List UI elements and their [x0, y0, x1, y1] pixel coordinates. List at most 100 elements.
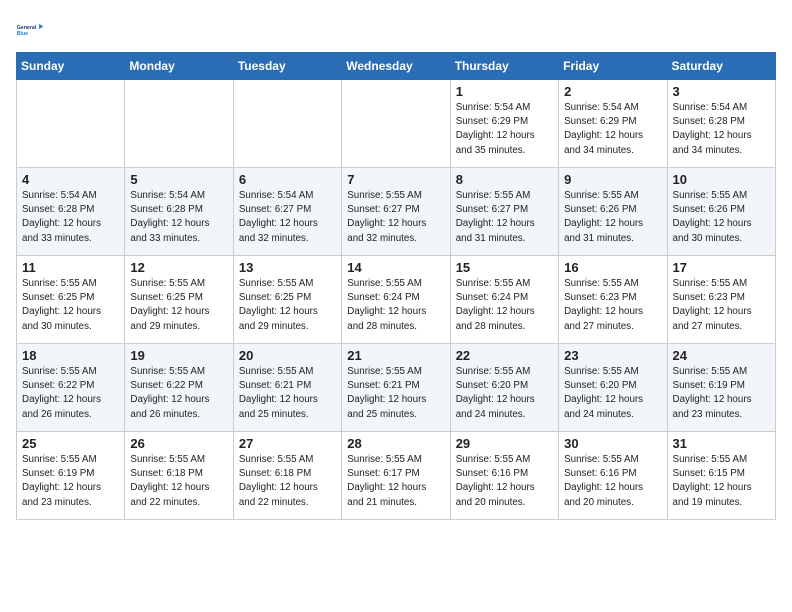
calendar-cell: 27 Sunrise: 5:55 AM Sunset: 6:18 PM Dayli…: [233, 432, 341, 520]
header-cell-wednesday: Wednesday: [342, 53, 450, 80]
day-number: 25: [22, 436, 119, 451]
calendar-cell: 22 Sunrise: 5:55 AM Sunset: 6:20 PM Dayli…: [450, 344, 558, 432]
calendar-cell: 26 Sunrise: 5:55 AM Sunset: 6:18 PM Dayli…: [125, 432, 233, 520]
calendar-cell: 1 Sunrise: 5:54 AM Sunset: 6:29 PM Daylig…: [450, 80, 558, 168]
calendar-cell: 25 Sunrise: 5:55 AM Sunset: 6:19 PM Dayli…: [17, 432, 125, 520]
calendar-week-3: 11 Sunrise: 5:55 AM Sunset: 6:25 PM Dayli…: [17, 256, 776, 344]
day-info: Sunrise: 5:55 AM Sunset: 6:23 PM Dayligh…: [673, 277, 770, 334]
calendar-cell: 12 Sunrise: 5:55 AM Sunset: 6:25 PM Dayli…: [125, 256, 233, 344]
calendar-cell: 15 Sunrise: 5:55 AM Sunset: 6:24 PM Dayli…: [450, 256, 558, 344]
day-info: Sunrise: 5:55 AM Sunset: 6:16 PM Dayligh…: [564, 453, 661, 510]
calendar-cell: 7 Sunrise: 5:55 AM Sunset: 6:27 PM Daylig…: [342, 168, 450, 256]
day-number: 26: [130, 436, 227, 451]
day-info: Sunrise: 5:55 AM Sunset: 6:22 PM Dayligh…: [22, 365, 119, 422]
day-info: Sunrise: 5:55 AM Sunset: 6:25 PM Dayligh…: [22, 277, 119, 334]
day-info: Sunrise: 5:55 AM Sunset: 6:20 PM Dayligh…: [456, 365, 553, 422]
day-number: 16: [564, 260, 661, 275]
day-number: 27: [239, 436, 336, 451]
calendar-cell: 21 Sunrise: 5:55 AM Sunset: 6:21 PM Dayli…: [342, 344, 450, 432]
day-number: 15: [456, 260, 553, 275]
calendar-cell: 5 Sunrise: 5:54 AM Sunset: 6:28 PM Daylig…: [125, 168, 233, 256]
day-info: Sunrise: 5:55 AM Sunset: 6:20 PM Dayligh…: [564, 365, 661, 422]
day-number: 7: [347, 172, 444, 187]
calendar-cell: 9 Sunrise: 5:55 AM Sunset: 6:26 PM Daylig…: [559, 168, 667, 256]
day-info: Sunrise: 5:55 AM Sunset: 6:18 PM Dayligh…: [130, 453, 227, 510]
day-number: 28: [347, 436, 444, 451]
day-number: 13: [239, 260, 336, 275]
svg-text:General: General: [17, 25, 37, 31]
day-info: Sunrise: 5:54 AM Sunset: 6:28 PM Dayligh…: [130, 189, 227, 246]
calendar-cell: 28 Sunrise: 5:55 AM Sunset: 6:17 PM Dayli…: [342, 432, 450, 520]
day-number: 12: [130, 260, 227, 275]
day-info: Sunrise: 5:55 AM Sunset: 6:23 PM Dayligh…: [564, 277, 661, 334]
day-number: 3: [673, 84, 770, 99]
day-number: 5: [130, 172, 227, 187]
calendar-cell: 29 Sunrise: 5:55 AM Sunset: 6:16 PM Dayli…: [450, 432, 558, 520]
header-cell-sunday: Sunday: [17, 53, 125, 80]
calendar-cell: 2 Sunrise: 5:54 AM Sunset: 6:29 PM Daylig…: [559, 80, 667, 168]
day-number: 8: [456, 172, 553, 187]
day-number: 17: [673, 260, 770, 275]
calendar-cell: [233, 80, 341, 168]
day-info: Sunrise: 5:55 AM Sunset: 6:21 PM Dayligh…: [347, 365, 444, 422]
day-info: Sunrise: 5:54 AM Sunset: 6:28 PM Dayligh…: [673, 101, 770, 158]
header-cell-tuesday: Tuesday: [233, 53, 341, 80]
calendar-body: 1 Sunrise: 5:54 AM Sunset: 6:29 PM Daylig…: [17, 80, 776, 520]
day-info: Sunrise: 5:55 AM Sunset: 6:19 PM Dayligh…: [673, 365, 770, 422]
day-info: Sunrise: 5:55 AM Sunset: 6:19 PM Dayligh…: [22, 453, 119, 510]
logo: GeneralBlue: [16, 16, 44, 44]
calendar-cell: 8 Sunrise: 5:55 AM Sunset: 6:27 PM Daylig…: [450, 168, 558, 256]
calendar-cell: 13 Sunrise: 5:55 AM Sunset: 6:25 PM Dayli…: [233, 256, 341, 344]
calendar-week-5: 25 Sunrise: 5:55 AM Sunset: 6:19 PM Dayli…: [17, 432, 776, 520]
day-info: Sunrise: 5:54 AM Sunset: 6:29 PM Dayligh…: [564, 101, 661, 158]
calendar-week-4: 18Sunrise: 5:55 AM Sunset: 6:22 PM Dayli…: [17, 344, 776, 432]
day-number: 21: [347, 348, 444, 363]
calendar-cell: [125, 80, 233, 168]
page-header: GeneralBlue: [16, 16, 776, 44]
calendar-cell: 4 Sunrise: 5:54 AM Sunset: 6:28 PM Daylig…: [17, 168, 125, 256]
day-info: Sunrise: 5:55 AM Sunset: 6:25 PM Dayligh…: [239, 277, 336, 334]
day-info: Sunrise: 5:55 AM Sunset: 6:27 PM Dayligh…: [347, 189, 444, 246]
day-info: Sunrise: 5:55 AM Sunset: 6:16 PM Dayligh…: [456, 453, 553, 510]
day-number: 2: [564, 84, 661, 99]
calendar-cell: 10Sunrise: 5:55 AM Sunset: 6:26 PM Dayli…: [667, 168, 775, 256]
day-info: Sunrise: 5:54 AM Sunset: 6:29 PM Dayligh…: [456, 101, 553, 158]
calendar-cell: 24Sunrise: 5:55 AM Sunset: 6:19 PM Dayli…: [667, 344, 775, 432]
day-info: Sunrise: 5:55 AM Sunset: 6:18 PM Dayligh…: [239, 453, 336, 510]
day-number: 22: [456, 348, 553, 363]
calendar-cell: 16 Sunrise: 5:55 AM Sunset: 6:23 PM Dayli…: [559, 256, 667, 344]
header-row: SundayMondayTuesdayWednesdayThursdayFrid…: [17, 53, 776, 80]
svg-text:Blue: Blue: [17, 31, 28, 37]
day-info: Sunrise: 5:54 AM Sunset: 6:27 PM Dayligh…: [239, 189, 336, 246]
day-info: Sunrise: 5:55 AM Sunset: 6:15 PM Dayligh…: [673, 453, 770, 510]
calendar-cell: 23 Sunrise: 5:55 AM Sunset: 6:20 PM Dayli…: [559, 344, 667, 432]
day-number: 4: [22, 172, 119, 187]
day-info: Sunrise: 5:55 AM Sunset: 6:25 PM Dayligh…: [130, 277, 227, 334]
calendar-cell: 20 Sunrise: 5:55 AM Sunset: 6:21 PM Dayli…: [233, 344, 341, 432]
day-number: 6: [239, 172, 336, 187]
day-info: Sunrise: 5:55 AM Sunset: 6:24 PM Dayligh…: [456, 277, 553, 334]
day-number: 23: [564, 348, 661, 363]
day-number: 1: [456, 84, 553, 99]
day-info: Sunrise: 5:55 AM Sunset: 6:22 PM Dayligh…: [130, 365, 227, 422]
day-number: 29: [456, 436, 553, 451]
day-info: Sunrise: 5:55 AM Sunset: 6:27 PM Dayligh…: [456, 189, 553, 246]
day-info: Sunrise: 5:55 AM Sunset: 6:17 PM Dayligh…: [347, 453, 444, 510]
day-number: 11: [22, 260, 119, 275]
calendar-cell: 18Sunrise: 5:55 AM Sunset: 6:22 PM Dayli…: [17, 344, 125, 432]
calendar-cell: 3 Sunrise: 5:54 AM Sunset: 6:28 PM Daylig…: [667, 80, 775, 168]
day-number: 30: [564, 436, 661, 451]
calendar-cell: 14Sunrise: 5:55 AM Sunset: 6:24 PM Dayli…: [342, 256, 450, 344]
day-info: Sunrise: 5:54 AM Sunset: 6:28 PM Dayligh…: [22, 189, 119, 246]
day-number: 20: [239, 348, 336, 363]
calendar-cell: 6 Sunrise: 5:54 AM Sunset: 6:27 PM Daylig…: [233, 168, 341, 256]
calendar-cell: 30 Sunrise: 5:55 AM Sunset: 6:16 PM Dayli…: [559, 432, 667, 520]
day-number: 10: [673, 172, 770, 187]
day-info: Sunrise: 5:55 AM Sunset: 6:26 PM Dayligh…: [564, 189, 661, 246]
day-info: Sunrise: 5:55 AM Sunset: 6:21 PM Dayligh…: [239, 365, 336, 422]
calendar-header: SundayMondayTuesdayWednesdayThursdayFrid…: [17, 53, 776, 80]
day-number: 9: [564, 172, 661, 187]
calendar-cell: [342, 80, 450, 168]
day-info: Sunrise: 5:55 AM Sunset: 6:24 PM Dayligh…: [347, 277, 444, 334]
calendar-cell: 11 Sunrise: 5:55 AM Sunset: 6:25 PM Dayli…: [17, 256, 125, 344]
